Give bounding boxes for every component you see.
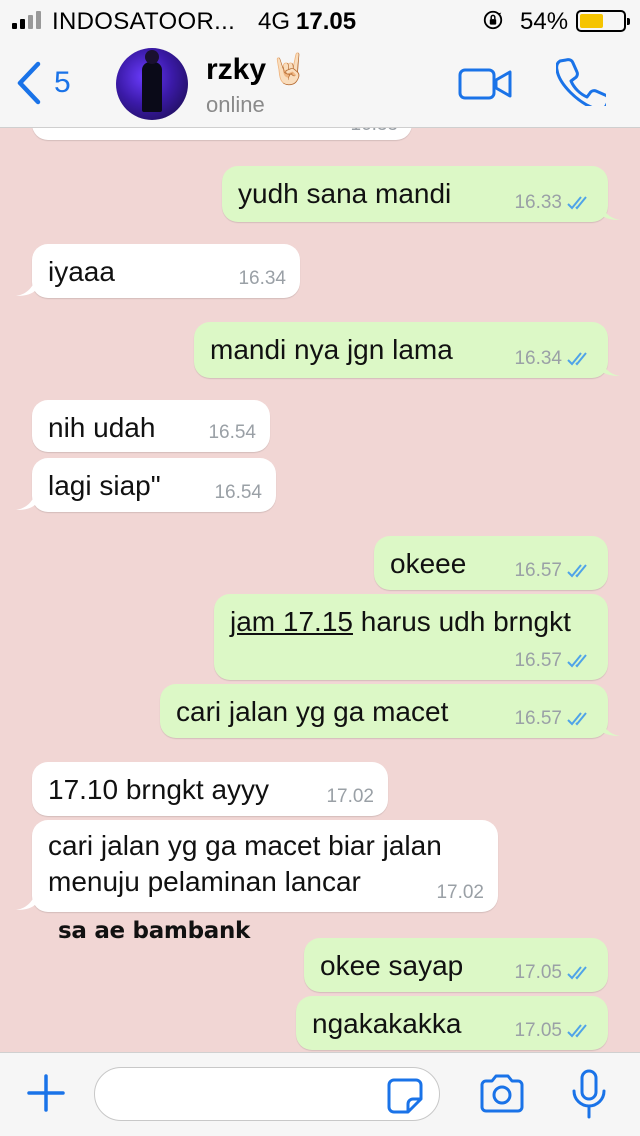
- message-text: okeee: [390, 548, 467, 579]
- carrier-name: INDOSATOOR...: [52, 8, 236, 35]
- message-text: lagi siap": [48, 470, 161, 501]
- message-input-bar: [0, 1052, 640, 1136]
- contact-name[interactable]: rzky 🤘🏻: [206, 52, 307, 87]
- battery-fill: [580, 14, 603, 28]
- message-meta: 16.34: [514, 348, 594, 370]
- double-check-icon: [567, 712, 587, 726]
- message-meta: 17.05: [514, 1020, 594, 1042]
- message-bubble-incoming[interactable]: lagi siap" 16.54: [32, 458, 276, 512]
- phone-call-icon[interactable]: [556, 56, 606, 106]
- double-check-icon: [567, 564, 587, 578]
- bubble-tail: [600, 200, 620, 220]
- message-time: 17.02: [326, 786, 374, 807]
- back-button[interactable]: 5: [14, 60, 71, 106]
- message-bubble-outgoing[interactable]: mandi nya jgn lama 16.34: [194, 322, 608, 378]
- chat-header: 5 rzky 🤘🏻 online: [0, 40, 640, 128]
- contact-status: online: [206, 92, 265, 117]
- message-text-line-2: menuju pelaminan lancar: [48, 866, 361, 897]
- rock-hand-emoji: 🤘🏻: [270, 53, 308, 86]
- double-check-icon: [567, 1024, 587, 1038]
- video-call-icon[interactable]: [458, 66, 512, 102]
- rotation-lock-icon: [483, 10, 503, 30]
- bubble-tail: [600, 716, 620, 736]
- status-time: 17.05: [296, 8, 357, 35]
- camera-icon[interactable]: [478, 1073, 526, 1115]
- message-time: 16.33: [350, 128, 398, 136]
- network-type: 4G: [258, 8, 291, 35]
- microphone-icon[interactable]: [570, 1069, 608, 1121]
- double-check-icon: [567, 966, 587, 980]
- chevron-left-icon: [17, 61, 41, 105]
- message-meta: 17.05: [514, 962, 594, 984]
- contact-name-text: rzky: [206, 52, 267, 86]
- battery-icon: [576, 10, 630, 32]
- message-text: cari jalan yg ga macet: [176, 696, 449, 727]
- message-bubble-outgoing[interactable]: okee sayap 17.05: [304, 938, 608, 992]
- status-bar: INDOSATOOR... 4G 17.05 54%: [0, 0, 640, 40]
- message-text: jam 17.15 harus udh brngkt: [230, 606, 571, 637]
- message-text: okee sayap: [320, 950, 464, 981]
- message-meta: 16.33: [514, 192, 594, 214]
- message-bubble-outgoing[interactable]: yudh sana mandi 16.33: [222, 166, 608, 222]
- battery-percent: 54%: [520, 8, 569, 35]
- message-bubble-incoming[interactable]: iyaaa 16.34: [32, 244, 300, 298]
- message-time: 16.34: [238, 268, 286, 289]
- message-bubble-outgoing[interactable]: cari jalan yg ga macet 16.57: [160, 684, 608, 738]
- message-text: 17.10 brngkt ayyy: [48, 774, 270, 805]
- overlay-caption: sa ae bambank: [58, 918, 251, 944]
- double-check-icon: [567, 654, 587, 668]
- bubble-tail: [16, 490, 36, 510]
- bubble-tail: [600, 356, 620, 376]
- message-meta: 16.57: [514, 650, 594, 672]
- time-link[interactable]: jam 17.15: [230, 606, 353, 637]
- message-bubble-partial[interactable]: 16.33: [32, 128, 412, 140]
- sticker-icon[interactable]: [386, 1077, 424, 1115]
- message-time: 16.54: [214, 482, 262, 503]
- message-text: mandi nya jgn lama: [210, 334, 453, 365]
- signal-strength-icon: [12, 11, 41, 29]
- message-time: 16.54: [208, 422, 256, 443]
- message-text: nih udah: [48, 412, 156, 443]
- message-bubble-outgoing[interactable]: ngakakakka 17.05: [296, 996, 608, 1050]
- bubble-tail: [16, 276, 36, 296]
- message-bubble-incoming[interactable]: cari jalan yg ga macet biar jalan menuju…: [32, 820, 498, 912]
- message-meta: 16.57: [514, 560, 594, 582]
- message-bubble-outgoing[interactable]: jam 17.15 harus udh brngkt 16.57: [214, 594, 608, 680]
- double-check-icon: [567, 352, 587, 366]
- message-time: 17.02: [436, 882, 484, 903]
- message-bubble-outgoing[interactable]: okeee 16.57: [374, 536, 608, 590]
- message-bubble-incoming[interactable]: 17.10 brngkt ayyy 17.02: [32, 762, 388, 816]
- plus-icon[interactable]: [26, 1073, 66, 1113]
- message-text: ngakakakka: [312, 1008, 462, 1039]
- avatar[interactable]: [116, 48, 188, 120]
- chat-area[interactable]: 16.33 yudh sana mandi 16.33 iyaaa 16.34 …: [0, 128, 640, 1052]
- message-bubble-incoming[interactable]: nih udah 16.54: [32, 400, 270, 452]
- message-meta: 16.57: [514, 708, 594, 730]
- message-text: iyaaa: [48, 256, 115, 287]
- double-check-icon: [567, 196, 587, 210]
- unread-chats-count: 5: [54, 66, 71, 99]
- message-text: yudh sana mandi: [238, 178, 452, 209]
- message-text-line-1: cari jalan yg ga macet biar jalan: [48, 830, 442, 861]
- bubble-tail: [16, 890, 36, 910]
